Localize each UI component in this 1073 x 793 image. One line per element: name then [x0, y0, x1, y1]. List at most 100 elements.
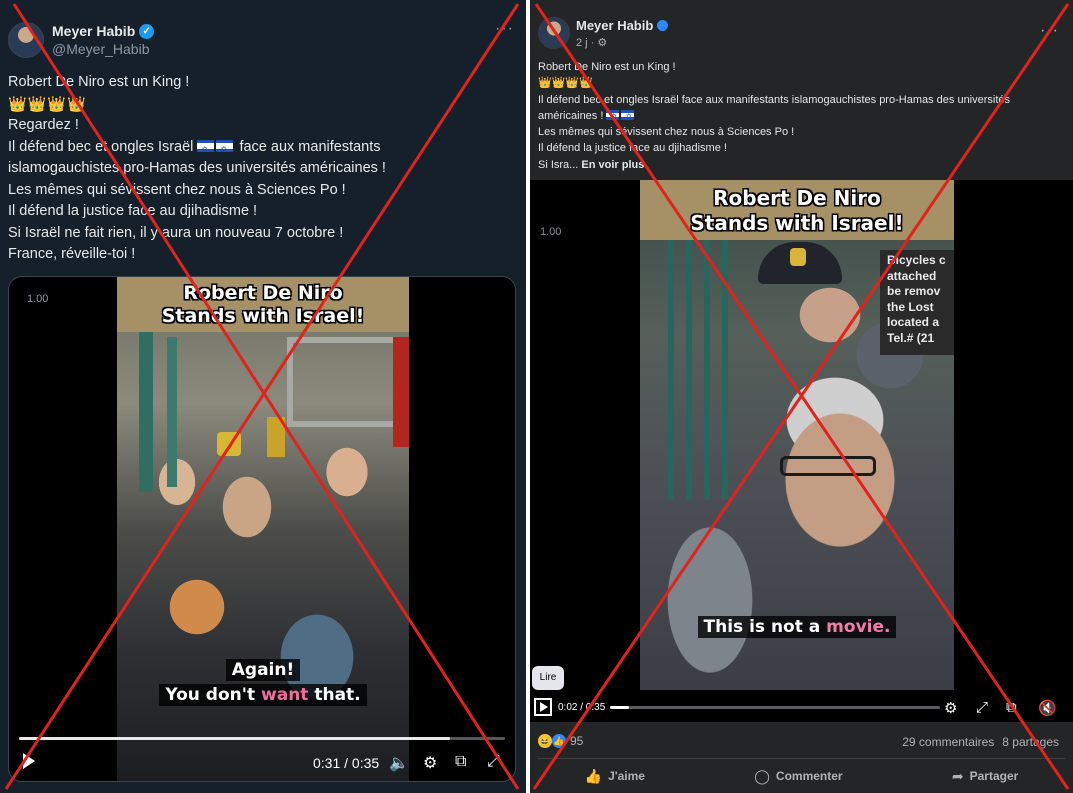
pip-icon[interactable]: ⧉ [1006, 699, 1017, 716]
video-player[interactable]: 1.00 Bicycles c attached be remov the Lo… [530, 180, 1073, 722]
subway-gate [668, 240, 728, 500]
divider [538, 758, 1065, 759]
like-label: J'aime [608, 769, 645, 783]
post-line: islamogauchistes pro-Hamas des universit… [8, 160, 386, 176]
like-reaction-icon: 👍 [552, 734, 566, 748]
subtitle-highlight: want [261, 685, 309, 705]
comment-bubble-icon: ◯ [754, 767, 770, 784]
pip-icon[interactable]: ⧉ [455, 753, 466, 771]
video-time: 0:02 / 0:35 [558, 702, 606, 713]
fire-truck [393, 337, 409, 447]
post-timestamp[interactable]: 2 j · ⚙ [576, 36, 607, 49]
more-options-icon[interactable]: ··· [495, 20, 514, 38]
crown-emojis: 👑👑👑👑 [8, 95, 87, 113]
video-title-banner: Robert De Niro Stands with Israel! [117, 277, 409, 332]
twitter-post-panel: Meyer Habib ✓ @Meyer_Habib ··· Robert De… [0, 0, 526, 793]
subtitle-line: This is not a movie. [640, 616, 954, 638]
cap-badge [790, 248, 806, 266]
post-text: Robert De Niro est un King ! 👑👑👑👑 Il déf… [538, 59, 1058, 173]
author-name-text[interactable]: Meyer Habib [52, 23, 135, 39]
thumbs-up-icon: 👍 [584, 767, 603, 784]
post-line: Robert De Niro est un King ! [8, 74, 190, 90]
share-arrow-icon: ➦ [951, 767, 964, 784]
playback-speed[interactable]: 1.00 [540, 226, 561, 238]
share-count[interactable]: 8 partages [1002, 735, 1059, 749]
subtitle-text: You don't want that. [159, 684, 367, 706]
subtitle-part: You don't [165, 685, 262, 705]
sign-line: the Lost [887, 299, 934, 314]
like-button[interactable]: 👍 J'aime [585, 764, 645, 788]
action-bar: 👍 J'aime ◯ Commenter ➦ Partager [530, 764, 1073, 788]
share-label: Partager [969, 769, 1019, 783]
subtitle-text: This is not a movie. [697, 616, 897, 638]
author-name[interactable]: Meyer Habib [576, 18, 669, 33]
post-line: Il défend la justice face au djihadisme … [538, 142, 727, 155]
comment-label: Commenter [775, 769, 843, 783]
video-controls: 0:31 / 0:35 🔈 ⚙ ⧉ ⤢ [9, 751, 515, 775]
mute-icon[interactable]: 🔇 [1038, 699, 1057, 717]
fullscreen-icon[interactable]: ⤢ [976, 699, 988, 716]
post-line: Si Isra... En voir plus [538, 157, 1058, 173]
sign-line: attached [887, 268, 937, 283]
author-avatar[interactable] [8, 22, 44, 58]
author-handle[interactable]: @Meyer_Habib [52, 41, 149, 57]
video-frame[interactable]: Robert De Niro Stands with Israel! Again… [117, 277, 409, 781]
crown-emojis: 👑👑👑👑 [538, 77, 593, 90]
play-icon[interactable] [534, 698, 552, 716]
banner-line: Stands with Israel! [161, 305, 365, 327]
post-line: Regardez ! [8, 117, 79, 133]
subtitle-text: Again! [225, 659, 301, 681]
post-line-part: face aux manifestants [239, 138, 381, 155]
post-line-part: Si Isra... [538, 158, 579, 171]
haha-reaction-icon: 😆 [538, 734, 552, 748]
israel-flag-icon [621, 109, 635, 125]
post-line: France, réveille-toi ! [8, 246, 136, 262]
reactions-summary[interactable]: 😆 👍 95 [538, 734, 583, 748]
play-icon[interactable] [23, 753, 35, 769]
sign-line: located a [887, 315, 940, 329]
video-player[interactable]: 1.00 Robert De Niro Stands with Israel! … [8, 276, 516, 782]
street-sign: Bicycles c attached be remov the Lost lo… [880, 250, 954, 355]
comment-count[interactable]: 29 commentaires [902, 735, 994, 749]
video-progress-fill [610, 706, 629, 709]
banner-line: Robert De Niro [713, 186, 881, 210]
yellow-light [217, 432, 241, 456]
video-progress-fill [19, 737, 450, 740]
video-title-banner: Robert De Niro Stands with Israel! [640, 180, 954, 240]
comment-button[interactable]: ◯ Commenter [754, 764, 842, 788]
settings-icon[interactable]: ⚙ [944, 699, 957, 717]
reaction-count: 95 [570, 734, 584, 748]
israel-flag-icon [216, 139, 234, 160]
author-avatar[interactable] [538, 17, 570, 49]
yellow-light [267, 417, 285, 457]
subtitle-part: This is not a [703, 617, 827, 637]
post-text: Robert De Niro est un King ! 👑👑👑👑 Regard… [8, 72, 520, 266]
post-line: Si Israël ne fait rien, il y aura un nou… [8, 224, 344, 241]
post-line: américaines ! [538, 108, 1058, 125]
sign-line: be remov [887, 284, 941, 298]
video-frame[interactable]: Bicycles c attached be remov the Lost lo… [640, 180, 954, 690]
more-options-icon[interactable]: ··· [1040, 22, 1059, 40]
post-line-part: américaines ! [538, 109, 604, 122]
settings-icon[interactable]: ⚙ [423, 753, 437, 773]
see-more-link[interactable]: En voir plus [581, 159, 644, 171]
video-progress-bar[interactable] [19, 737, 505, 740]
playback-speed[interactable]: 1.00 [27, 293, 48, 305]
subtitle-highlight: movie. [826, 617, 891, 637]
video-controls: 0:02 / 0:35 ⚙ ⤢ ⧉ 🔇 [530, 694, 1073, 722]
fullscreen-icon[interactable]: ⤢ [487, 753, 500, 771]
author-name[interactable]: Meyer Habib ✓ [52, 23, 155, 39]
volume-icon[interactable]: 🔈 [389, 753, 409, 773]
author-name-text[interactable]: Meyer Habib [576, 18, 653, 33]
engagement-counts: 29 commentaires 8 partages [902, 735, 1059, 749]
video-progress-bar[interactable] [610, 706, 940, 709]
share-button[interactable]: ➦ Partager [952, 764, 1018, 788]
post-line: Il défend la justice face au djihadisme … [8, 203, 258, 219]
subtitle-line: Again! [117, 659, 409, 681]
verified-badge-icon [657, 20, 669, 31]
israel-flag-icon [606, 109, 620, 125]
play-tooltip: Lire [532, 666, 564, 690]
glasses [780, 456, 876, 476]
green-pole [167, 337, 177, 487]
post-line: Robert De Niro est un King ! [538, 61, 676, 73]
